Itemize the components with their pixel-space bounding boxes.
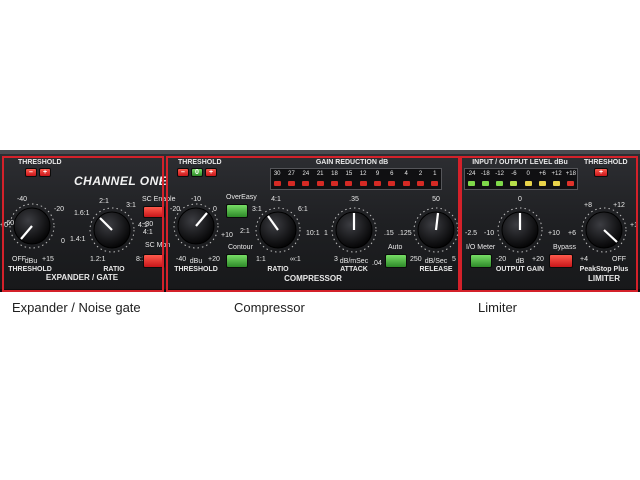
caption-compressor: Compressor	[234, 300, 305, 315]
limiter-highlight-box	[460, 156, 638, 292]
expander-highlight-box	[2, 156, 164, 292]
caption-expander: Expander / Noise gate	[12, 300, 141, 315]
compressor-highlight-box	[166, 156, 460, 292]
panel-top-edge	[0, 150, 640, 154]
caption-limiter: Limiter	[478, 300, 518, 315]
device-front-panel: +0 THRESHOLD – + CHANNEL ONE -40 -20 -60…	[0, 150, 640, 292]
